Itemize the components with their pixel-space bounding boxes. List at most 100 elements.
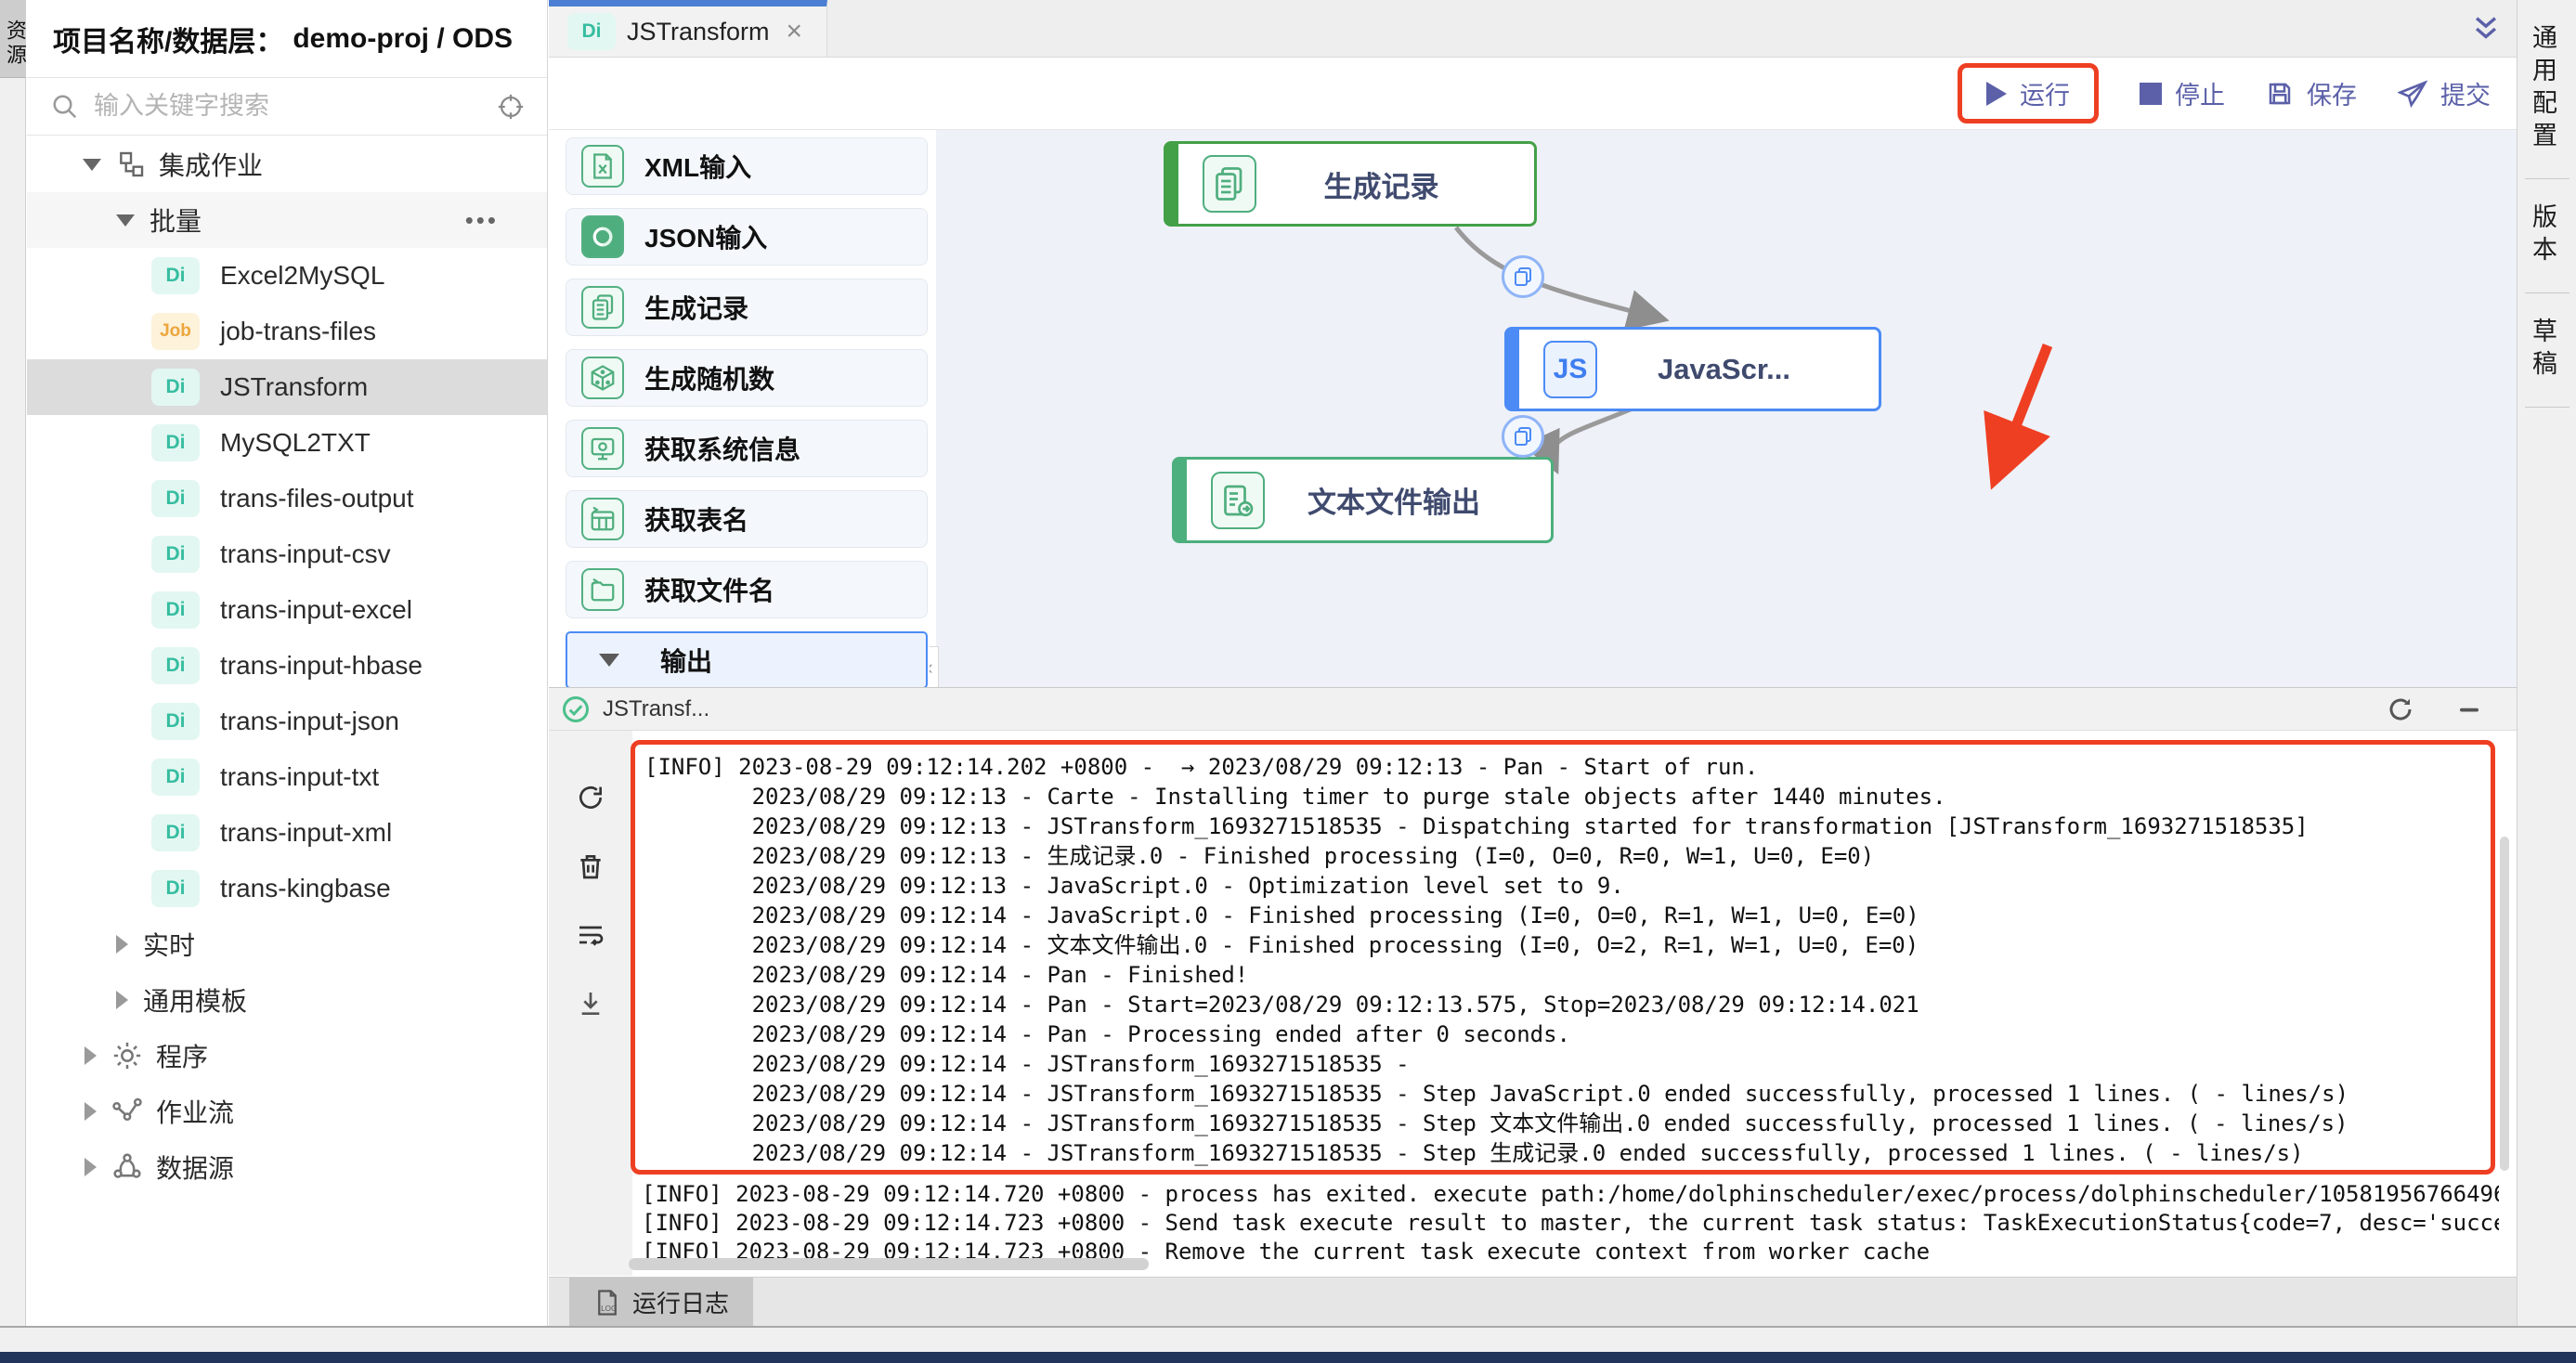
- log-line: 2023/08/29 09:12:14 - JavaScript.0 - Fin…: [644, 901, 2491, 930]
- search-input[interactable]: [94, 92, 482, 121]
- palette-item-get-system-info[interactable]: 获取系统信息: [566, 420, 928, 477]
- horizontal-scrollbar[interactable]: [629, 1258, 1149, 1270]
- branch-icon: [116, 149, 146, 179]
- log-line: 2023/08/29 09:12:13 - JavaScript.0 - Opt…: [644, 871, 2491, 901]
- system-info-icon: [581, 427, 624, 470]
- caret-right-icon[interactable]: [85, 1102, 97, 1121]
- js-icon: JS: [1543, 341, 1597, 398]
- paper-plane-icon: [2398, 79, 2427, 109]
- save-label: 保存: [2307, 75, 2357, 111]
- palette-item-generate-records[interactable]: 生成记录: [566, 279, 928, 336]
- clear-log-trash-icon[interactable]: [576, 851, 605, 881]
- records-icon: [1203, 155, 1256, 213]
- wrap-lines-icon[interactable]: [576, 920, 605, 950]
- tab-jstransform[interactable]: Di JSTransform ×: [549, 0, 827, 57]
- log-tab-bar: LOG 运行日志: [549, 1277, 2517, 1327]
- tree-node-realtime[interactable]: 实时: [27, 916, 547, 972]
- play-icon: [1986, 82, 2007, 106]
- caret-down-icon[interactable]: [116, 214, 135, 227]
- tree-item-trans-files-output[interactable]: Di trans-files-output: [27, 471, 547, 526]
- tree-item-trans-input-excel[interactable]: Ditrans-input-excel: [27, 582, 547, 638]
- submit-button[interactable]: 提交: [2398, 75, 2491, 111]
- tree-item-excel2mysql[interactable]: DiExcel2MySQL: [27, 248, 547, 304]
- palette-item-generate-random[interactable]: 生成随机数: [566, 349, 928, 407]
- tab-draft[interactable]: 草稿: [2525, 293, 2569, 408]
- run-log-tab[interactable]: LOG 运行日志: [569, 1278, 753, 1327]
- node-javascript[interactable]: JS JavaScr...: [1504, 327, 1881, 411]
- palette-item-get-table-names[interactable]: 获取表名: [566, 490, 928, 548]
- datasource-icon: [111, 1151, 143, 1183]
- tree-node-templates[interactable]: 通用模板: [27, 972, 547, 1028]
- di-badge: Di: [567, 13, 616, 50]
- palette-item-label: XML输入: [644, 148, 751, 185]
- chevrons-down-icon[interactable]: [2470, 13, 2502, 45]
- run-log-tab-label: 运行日志: [632, 1285, 729, 1319]
- job-badge: Job: [151, 313, 200, 350]
- tree-node-programs[interactable]: 程序: [27, 1028, 547, 1084]
- stop-button[interactable]: 停止: [2140, 75, 2225, 111]
- sidebar: 项目名称/数据层： demo-proj / ODS 集成作业 批量: [27, 0, 548, 1326]
- tree-node-workflows[interactable]: 作业流: [27, 1084, 547, 1139]
- caret-right-icon[interactable]: [116, 991, 128, 1009]
- log-line: 2023/08/29 09:12:14 - JSTransform_169327…: [644, 1049, 2491, 1079]
- close-icon[interactable]: ×: [787, 16, 803, 47]
- tree-node-datasources[interactable]: 数据源: [27, 1139, 547, 1195]
- tree-item-mysql2txt[interactable]: DiMySQL2TXT: [27, 415, 547, 471]
- tab-version[interactable]: 版本: [2525, 179, 2569, 293]
- caret-right-icon[interactable]: [116, 935, 128, 954]
- tree-item-trans-input-hbase[interactable]: Ditrans-input-hbase: [27, 638, 547, 694]
- caret-right-icon[interactable]: [85, 1046, 97, 1065]
- tree-node-integration-jobs[interactable]: 集成作业: [27, 136, 547, 192]
- minimize-icon[interactable]: [2455, 695, 2483, 723]
- more-actions-button[interactable]: •••: [465, 206, 499, 235]
- refresh-icon[interactable]: [2387, 695, 2414, 723]
- node-text-file-output[interactable]: 文本文件输出: [1172, 457, 1554, 543]
- run-button[interactable]: 运行: [1986, 75, 2070, 111]
- vertical-scrollbar[interactable]: [2500, 837, 2509, 1171]
- di-badge: Di: [151, 424, 200, 461]
- records-icon: [581, 286, 624, 329]
- di-badge: Di: [151, 870, 200, 907]
- tree-item-trans-input-csv[interactable]: Ditrans-input-csv: [27, 526, 547, 582]
- reload-log-icon[interactable]: [576, 783, 605, 812]
- caret-down-icon[interactable]: [83, 159, 101, 171]
- tree-item-trans-input-json[interactable]: Ditrans-input-json: [27, 694, 547, 749]
- output-dropdown[interactable]: 输出: [566, 631, 928, 689]
- tree-item-job-trans-files[interactable]: Jobjob-trans-files: [27, 304, 547, 359]
- annotation-red-arrow: [2000, 345, 2048, 466]
- caret-right-icon[interactable]: [85, 1158, 97, 1176]
- copy-rows-badge-icon[interactable]: [1502, 415, 1544, 458]
- save-button[interactable]: 保存: [2266, 75, 2357, 111]
- copy-rows-badge-icon[interactable]: [1502, 255, 1544, 298]
- tree-item-label: trans-files-output: [220, 484, 414, 513]
- log-line: 2023/08/29 09:12:14 - Pan - Finished!: [644, 960, 2491, 990]
- run-label: 运行: [2020, 75, 2070, 111]
- di-badge: Di: [151, 536, 200, 573]
- right-rail: 通用配置 版本 草稿: [2517, 0, 2576, 1352]
- tree-item-trans-input-xml[interactable]: Ditrans-input-xml: [27, 805, 547, 861]
- tree-node-label: 程序: [156, 1037, 208, 1074]
- palette-item-get-file-names[interactable]: 获取文件名: [566, 561, 928, 618]
- tree-item-trans-input-txt[interactable]: Ditrans-input-txt: [27, 749, 547, 805]
- flow-canvas[interactable]: 生成记录 JS JavaScr... 文本文件输出: [936, 130, 2517, 687]
- di-badge: Di: [151, 647, 200, 684]
- success-check-icon: [562, 695, 590, 723]
- resources-rail-tab[interactable]: 资源: [0, 0, 26, 78]
- tree-node-batch[interactable]: 批量 •••: [27, 192, 547, 248]
- palette-item-xml-input[interactable]: XML输入: [566, 137, 928, 195]
- log-line: 2023/08/29 09:12:14 - JSTransform_169327…: [644, 1109, 2491, 1138]
- folder-icon: [581, 568, 624, 611]
- tab-general-config[interactable]: 通用配置: [2525, 0, 2569, 179]
- node-label: 生成记录: [1256, 163, 1534, 205]
- locate-crosshair-icon[interactable]: [497, 93, 525, 121]
- tree-item-label: trans-input-xml: [220, 818, 392, 848]
- table-icon: [581, 498, 624, 540]
- tree-item-trans-kingbase[interactable]: Ditrans-kingbase: [27, 861, 547, 916]
- node-generate-records[interactable]: 生成记录: [1164, 141, 1537, 227]
- tree-item-jstransform[interactable]: DiJSTransform: [27, 359, 547, 415]
- di-badge: Di: [151, 480, 200, 517]
- tree-node-label: 通用模板: [143, 981, 247, 1019]
- app-root: 资源 项目名称/数据层： demo-proj / ODS 集成作业: [0, 0, 2576, 1363]
- palette-item-json-input[interactable]: JSON输入: [566, 208, 928, 266]
- download-log-icon[interactable]: [576, 989, 605, 1019]
